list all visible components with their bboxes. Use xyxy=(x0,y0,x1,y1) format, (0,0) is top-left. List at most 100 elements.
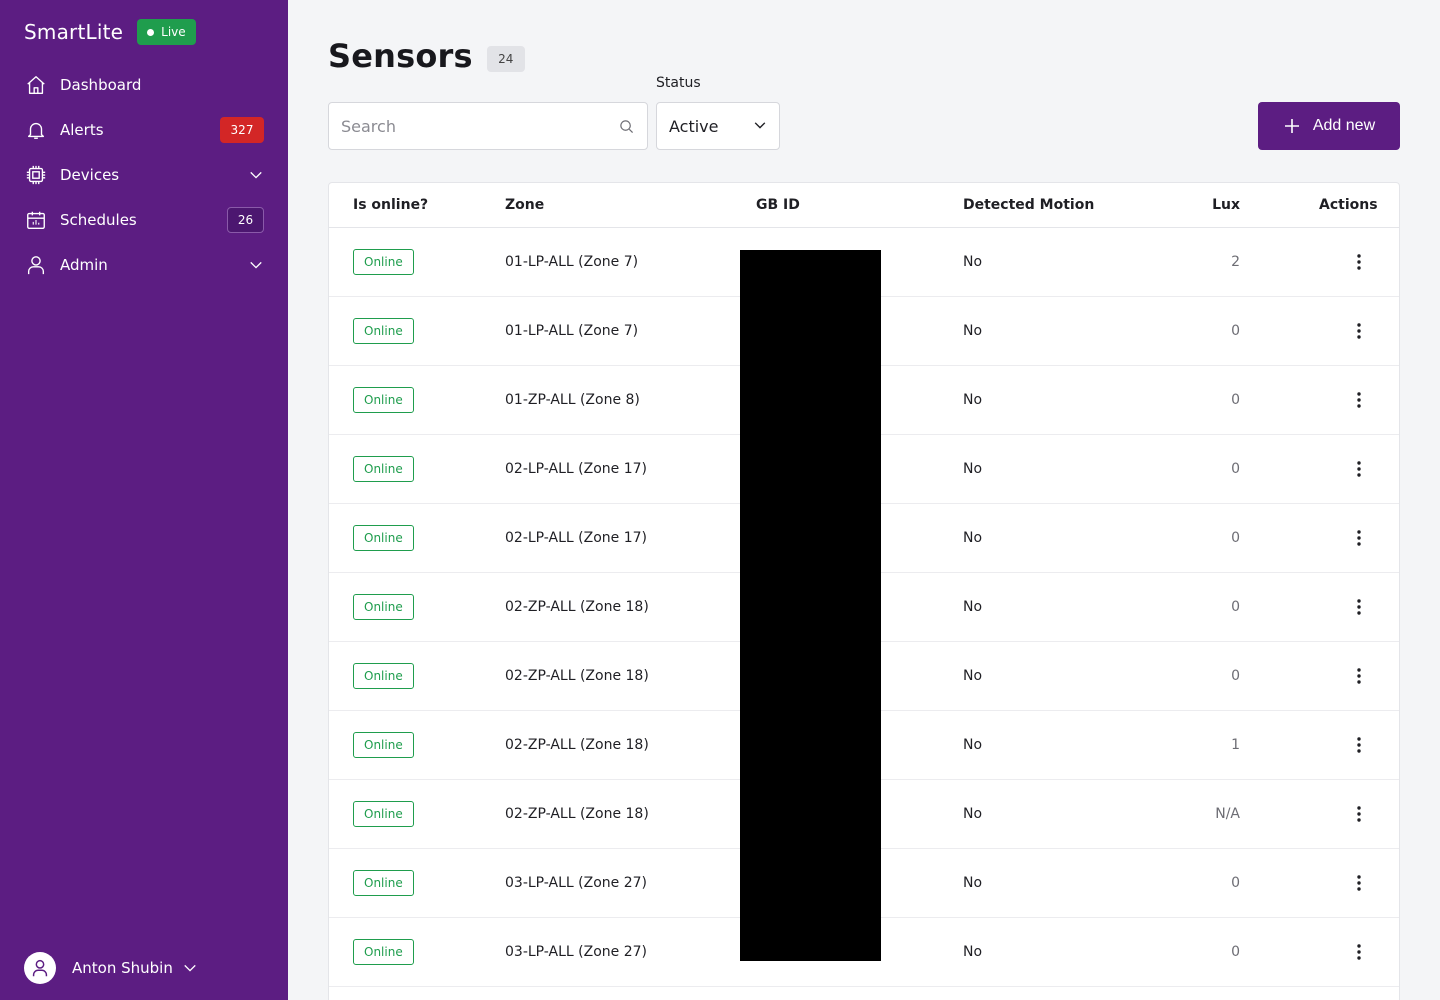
status-badge: Online xyxy=(353,939,414,965)
avatar xyxy=(24,952,56,984)
more-actions-icon[interactable] xyxy=(1347,526,1371,550)
chevron-down-icon[interactable] xyxy=(248,257,264,273)
actions-cell xyxy=(1347,573,1371,641)
sidebar-item-label: Dashboard xyxy=(60,75,142,94)
more-actions-icon[interactable] xyxy=(1347,457,1371,481)
actions-cell xyxy=(1347,297,1371,365)
table-header: Is online? Zone GB ID Detected Motion Lu… xyxy=(329,183,1399,228)
schedules-count-badge: 26 xyxy=(227,206,264,233)
search-icon[interactable] xyxy=(619,118,635,134)
sidebar-item-label: Schedules xyxy=(60,210,137,229)
search-box xyxy=(328,102,648,150)
more-actions-icon[interactable] xyxy=(1347,871,1371,895)
detected-motion-cell: No xyxy=(963,323,983,339)
zone-cell: 03-LP-ALL (Zone 27) xyxy=(505,944,648,960)
column-header-online[interactable]: Is online? xyxy=(353,183,428,227)
more-actions-icon[interactable] xyxy=(1347,664,1371,688)
calendar-icon xyxy=(24,208,48,232)
zone-cell: 02-LP-ALL (Zone 17) xyxy=(505,461,648,477)
add-new-button[interactable]: Add new xyxy=(1258,102,1400,150)
lux-cell: 2 xyxy=(1231,254,1240,270)
status-badge: Online xyxy=(353,801,414,827)
detected-motion-cell: No xyxy=(963,944,983,960)
actions-cell xyxy=(1347,228,1371,296)
more-actions-icon[interactable] xyxy=(1347,250,1371,274)
lux-cell: 0 xyxy=(1231,392,1240,408)
online-cell: Online xyxy=(353,918,414,986)
plus-icon xyxy=(1283,117,1301,135)
lux-cell: 1 xyxy=(1231,737,1240,753)
detected-motion-cell: No xyxy=(963,599,983,615)
home-icon xyxy=(24,73,48,97)
sidebar-nav: Dashboard Alerts 327 Devices Schedules 2… xyxy=(0,62,288,287)
online-cell: Online xyxy=(353,366,414,434)
online-cell: Online xyxy=(353,435,414,503)
status-badge: Online xyxy=(353,663,414,689)
status-badge: Online xyxy=(353,249,414,275)
chip-icon xyxy=(24,163,48,187)
lux-cell: 0 xyxy=(1231,530,1240,546)
actions-cell xyxy=(1347,435,1371,503)
app-name: SmartLite xyxy=(24,20,124,44)
lux-cell: 0 xyxy=(1231,875,1240,891)
sidebar-item-schedules[interactable]: Schedules 26 xyxy=(0,197,288,242)
online-cell: Online xyxy=(353,228,414,296)
sidebar-item-label: Alerts xyxy=(60,120,104,139)
detected-motion-cell: No xyxy=(963,461,983,477)
column-header-gb-id[interactable]: GB ID xyxy=(756,183,800,227)
search-input[interactable] xyxy=(341,116,619,136)
status-badge: Online xyxy=(353,318,414,344)
actions-cell xyxy=(1347,711,1371,779)
sidebar-item-admin[interactable]: Admin xyxy=(0,242,288,287)
chevron-down-icon[interactable] xyxy=(248,167,264,183)
detected-motion-cell: No xyxy=(963,668,983,684)
lux-cell: 0 xyxy=(1231,461,1240,477)
sidebar-item-alerts[interactable]: Alerts 327 xyxy=(0,107,288,152)
status-badge: Online xyxy=(353,870,414,896)
live-dot-icon xyxy=(147,28,155,36)
sidebar-item-label: Devices xyxy=(60,165,120,184)
more-actions-icon[interactable] xyxy=(1347,733,1371,757)
column-header-detected-motion[interactable]: Detected Motion xyxy=(963,183,1094,227)
more-actions-icon[interactable] xyxy=(1347,802,1371,826)
online-cell: Online xyxy=(353,780,414,848)
status-badge: Online xyxy=(353,594,414,620)
online-cell: Online xyxy=(353,849,414,917)
zone-cell: 02-ZP-ALL (Zone 18) xyxy=(505,737,649,753)
more-actions-icon[interactable] xyxy=(1347,595,1371,619)
column-header-lux[interactable]: Lux xyxy=(1159,183,1240,227)
person-icon xyxy=(24,253,48,277)
live-badge-label: Live xyxy=(161,25,186,39)
status-badge: Online xyxy=(353,456,414,482)
lux-cell: 0 xyxy=(1231,668,1240,684)
detected-motion-cell: No xyxy=(963,254,983,270)
detected-motion-cell: No xyxy=(963,737,983,753)
zone-cell: 01-LP-ALL (Zone 7) xyxy=(505,254,639,270)
detected-motion-cell: No xyxy=(963,806,983,822)
online-cell: Online xyxy=(353,711,414,779)
more-actions-icon[interactable] xyxy=(1347,319,1371,343)
zone-cell: 02-ZP-ALL (Zone 18) xyxy=(505,668,649,684)
add-new-label: Add new xyxy=(1312,117,1376,134)
status-badge: Online xyxy=(353,525,414,551)
zone-cell: 01-ZP-ALL (Zone 8) xyxy=(505,392,640,408)
zone-cell: 02-ZP-ALL (Zone 18) xyxy=(505,806,649,822)
sidebar-item-dashboard[interactable]: Dashboard xyxy=(0,62,288,107)
status-select[interactable]: Active xyxy=(656,102,780,150)
online-cell: Online xyxy=(353,573,414,641)
lux-cell: 0 xyxy=(1231,944,1240,960)
lux-cell: N/A xyxy=(1215,806,1240,822)
zone-cell: 01-LP-ALL (Zone 7) xyxy=(505,323,639,339)
user-menu[interactable]: Anton Shubin xyxy=(24,952,197,984)
status-badge: Online xyxy=(353,732,414,758)
more-actions-icon[interactable] xyxy=(1347,940,1371,964)
chevron-down-icon xyxy=(753,117,767,136)
page-header: Sensors 24 xyxy=(328,36,525,76)
actions-cell xyxy=(1347,504,1371,572)
sidebar-item-devices[interactable]: Devices xyxy=(0,152,288,197)
column-header-zone[interactable]: Zone xyxy=(505,183,544,227)
detected-motion-cell: No xyxy=(963,875,983,891)
more-actions-icon[interactable] xyxy=(1347,388,1371,412)
brand: SmartLite Live xyxy=(24,18,196,46)
actions-cell xyxy=(1347,642,1371,710)
